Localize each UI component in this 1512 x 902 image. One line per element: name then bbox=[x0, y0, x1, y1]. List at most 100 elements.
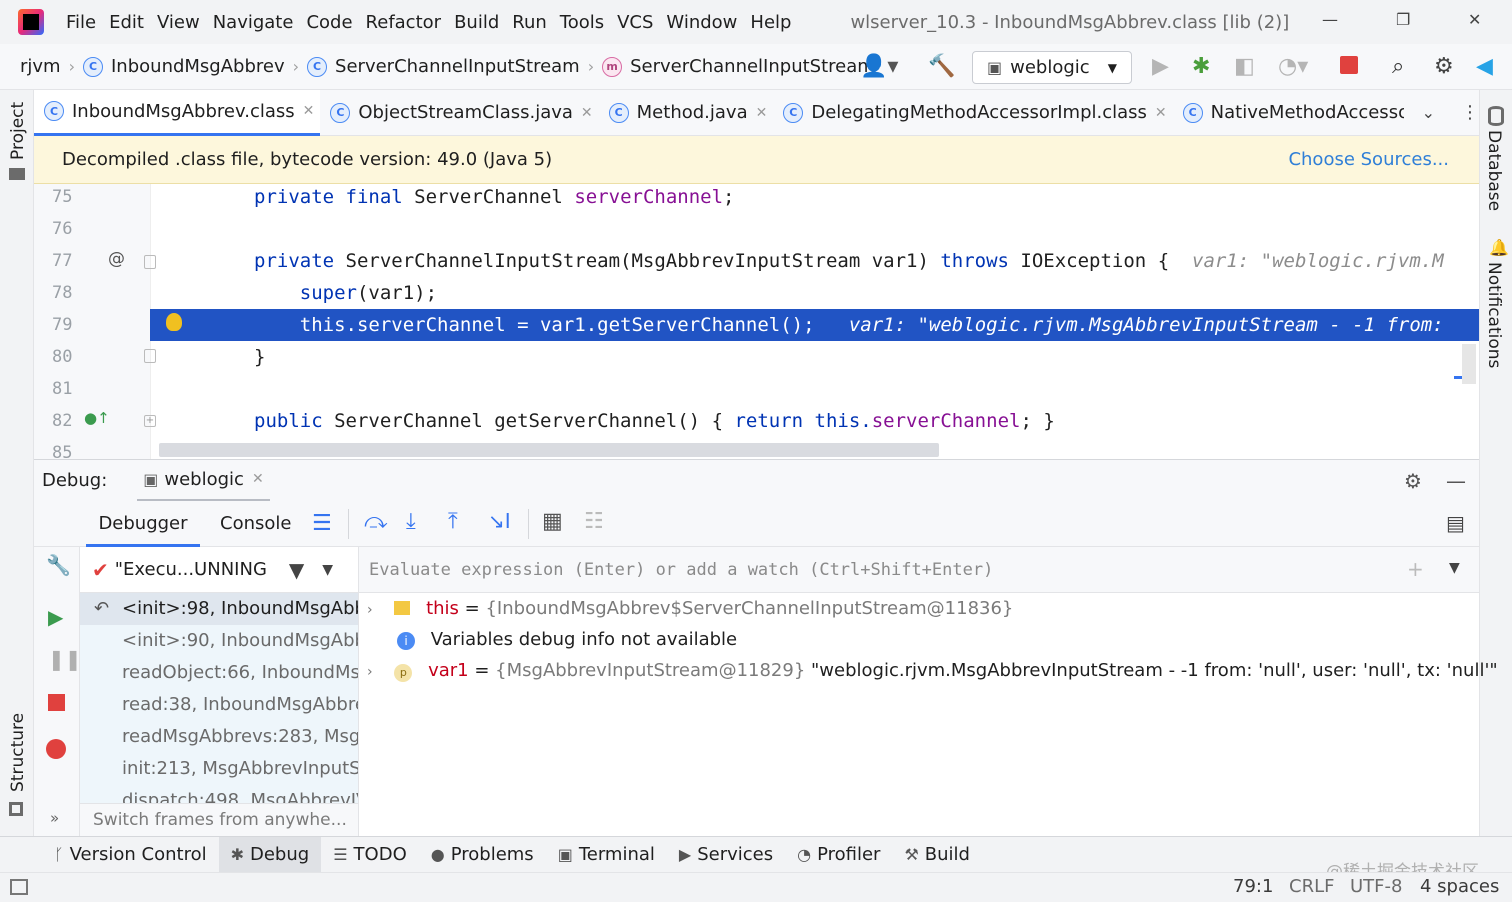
close-tab-icon[interactable]: ✕ bbox=[303, 103, 315, 119]
file-encoding[interactable]: UTF-8 bbox=[1350, 876, 1402, 897]
toggle-tool-windows-icon[interactable] bbox=[10, 879, 28, 895]
tab-debugger[interactable]: Debugger bbox=[86, 501, 200, 547]
menu-window[interactable]: Window bbox=[666, 12, 737, 33]
menu-run[interactable]: Run bbox=[512, 12, 547, 33]
tool-problems[interactable]: ● Problems bbox=[419, 837, 546, 873]
tab-method[interactable]: C Method.java ✕ bbox=[599, 90, 774, 136]
expand-fold-icon[interactable]: + bbox=[144, 415, 156, 427]
step-over-icon[interactable]: ⤼ bbox=[364, 509, 388, 534]
layout-settings-icon[interactable]: ▤ bbox=[1446, 511, 1465, 535]
breadcrumb-method[interactable]: m ServerChannelInputStream bbox=[602, 56, 875, 77]
tab-objectstreamclass[interactable]: C ObjectStreamClass.java ✕ bbox=[320, 90, 598, 136]
tool-terminal[interactable]: ▣ Terminal bbox=[546, 837, 667, 873]
frame-item[interactable]: <init>:90, InboundMsgAbbrev bbox=[80, 625, 358, 657]
tab-delegatingmethodaccessorimpl[interactable]: C DelegatingMethodAccessorImpl.class ✕ bbox=[773, 90, 1172, 136]
more-vertical-icon[interactable]: ⋮ bbox=[1461, 102, 1479, 123]
evaluate-expression-bar[interactable]: Evaluate expression (Enter) or add a wat… bbox=[358, 547, 1479, 593]
step-out-icon[interactable]: ⤒ bbox=[448, 509, 458, 534]
menu-help[interactable]: Help bbox=[750, 12, 791, 33]
gear-icon[interactable]: ⚙ bbox=[1434, 54, 1454, 79]
build-hammer-icon[interactable]: 🔨 bbox=[928, 54, 955, 79]
search-icon[interactable]: ⌕ bbox=[1392, 54, 1404, 79]
tab-inboundmsgabbrev[interactable]: C InboundMsgAbbrev.class ✕ bbox=[34, 89, 321, 136]
tool-build[interactable]: ⚒ Build bbox=[892, 837, 982, 873]
tool-profiler[interactable]: ◔ Profiler bbox=[785, 837, 892, 873]
tool-version-control[interactable]: ᚴ Version Control bbox=[42, 837, 219, 873]
menu-vcs[interactable]: VCS bbox=[617, 12, 653, 33]
structure-tool-button[interactable]: Structure bbox=[8, 713, 28, 792]
menu-code[interactable]: Code bbox=[306, 12, 352, 33]
menu-refactor[interactable]: Refactor bbox=[366, 12, 442, 33]
view-breakpoints-icon[interactable] bbox=[46, 739, 66, 759]
chevron-down-icon[interactable]: ▼ bbox=[322, 562, 333, 578]
variable-row-var1[interactable]: › p var1 = {MsgAbbrevInputStream@11829} … bbox=[367, 655, 1498, 687]
minimize-icon[interactable]: — bbox=[1322, 10, 1338, 29]
breadcrumb-class[interactable]: C InboundMsgAbbrev bbox=[83, 56, 285, 77]
frame-item-current[interactable]: ↶<init>:98, InboundMsgAbbrev bbox=[80, 593, 358, 625]
overrides-icon[interactable]: ●↑ bbox=[84, 409, 110, 427]
chevron-right-icon[interactable]: › bbox=[367, 664, 373, 680]
wrench-icon[interactable]: 🔧 bbox=[46, 553, 71, 577]
horizontal-scrollbar[interactable] bbox=[159, 443, 939, 457]
close-tab-icon[interactable]: ✕ bbox=[1155, 105, 1167, 121]
thread-selector[interactable]: ✔ "Execu...UNNING ▼ ▼ bbox=[80, 547, 358, 593]
breadcrumb-project[interactable]: rjvm bbox=[20, 56, 61, 77]
resume-icon[interactable]: ▶ bbox=[48, 605, 63, 629]
run-to-cursor-icon[interactable]: ↘I bbox=[488, 509, 511, 533]
menu-build[interactable]: Build bbox=[454, 12, 499, 33]
code-editor[interactable]: 75 private final ServerChannel serverCha… bbox=[34, 184, 1479, 459]
trace-stream-icon[interactable]: ☷ bbox=[584, 509, 604, 534]
user-icon[interactable]: 👤▾ bbox=[860, 54, 898, 79]
indent-setting[interactable]: 4 spaces bbox=[1420, 876, 1499, 897]
filter-icon[interactable]: ▼ bbox=[289, 558, 304, 582]
restore-icon[interactable]: ❐ bbox=[1396, 10, 1410, 29]
gear-icon[interactable]: ⚙ bbox=[1404, 469, 1422, 493]
chevron-down-icon[interactable]: ▼ bbox=[1449, 560, 1460, 576]
annotation-at-icon[interactable]: @ bbox=[108, 249, 125, 269]
coverage-icon[interactable]: ◧ bbox=[1234, 54, 1255, 79]
menu-file[interactable]: File bbox=[66, 12, 96, 33]
tool-debug[interactable]: ✱ Debug bbox=[218, 836, 322, 873]
vertical-scrollbar[interactable] bbox=[1462, 344, 1476, 384]
frame-item[interactable]: readMsgAbbrevs:283, MsgAbbrev bbox=[80, 721, 358, 753]
run-icon[interactable]: ▶ bbox=[1152, 54, 1169, 79]
profile-icon[interactable]: ◔▾ bbox=[1278, 54, 1308, 79]
frame-item[interactable]: init:213, MsgAbbrevInputStream bbox=[80, 753, 358, 785]
line-separator[interactable]: CRLF bbox=[1289, 876, 1334, 897]
database-tool-button[interactable]: Database bbox=[1484, 130, 1504, 211]
show-execution-point-icon[interactable]: ☰ bbox=[312, 511, 332, 536]
tab-nativemethodaccessorimpl[interactable]: CNativeMethodAccessorImpl bbox=[1173, 90, 1404, 136]
chevron-down-icon[interactable]: ⌄ bbox=[1422, 103, 1435, 122]
run-configuration-dropdown[interactable]: ▣ weblogic ▼ bbox=[972, 51, 1132, 84]
add-watch-icon[interactable]: + bbox=[1407, 557, 1424, 581]
stop-icon[interactable] bbox=[1340, 56, 1358, 74]
menu-navigate[interactable]: Navigate bbox=[213, 12, 294, 33]
tab-console[interactable]: Console bbox=[220, 501, 291, 547]
close-icon[interactable]: ✕ bbox=[1468, 10, 1481, 29]
caret-position[interactable]: 79:1 bbox=[1233, 876, 1273, 897]
evaluate-input-placeholder[interactable]: Evaluate expression (Enter) or add a wat… bbox=[369, 547, 993, 593]
breadcrumb-inner-class[interactable]: C ServerChannelInputStream bbox=[307, 56, 580, 77]
tool-todo[interactable]: ☰ TODO bbox=[321, 837, 419, 873]
menu-tools[interactable]: Tools bbox=[560, 12, 604, 33]
jetbrains-toolbox-icon[interactable]: ◀ bbox=[1476, 54, 1493, 79]
menu-edit[interactable]: Edit bbox=[109, 12, 144, 33]
minimize-panel-icon[interactable]: — bbox=[1446, 469, 1466, 493]
tool-services[interactable]: ▶ Services bbox=[667, 837, 785, 873]
notifications-tool-button[interactable]: Notifications bbox=[1484, 262, 1504, 368]
debug-bug-icon[interactable]: ✱ bbox=[1192, 54, 1210, 79]
choose-sources-link[interactable]: Choose Sources... bbox=[1288, 149, 1449, 170]
pause-icon[interactable]: ❚❚ bbox=[48, 647, 82, 671]
more-actions-icon[interactable]: » bbox=[50, 809, 59, 827]
chevron-right-icon[interactable]: › bbox=[367, 602, 373, 618]
stop-icon[interactable] bbox=[48, 694, 65, 711]
frame-item[interactable]: readObject:66, InboundMsgAbbrev bbox=[80, 657, 358, 689]
evaluate-expression-icon[interactable]: ▦ bbox=[542, 509, 563, 534]
close-tab-icon[interactable]: ✕ bbox=[581, 105, 593, 121]
frame-item[interactable]: dispatch:498, MsgAbbrevJVMConnection bbox=[80, 785, 358, 803]
lightbulb-icon[interactable] bbox=[166, 313, 182, 331]
project-tool-button[interactable]: Project bbox=[8, 102, 28, 160]
fold-icon[interactable] bbox=[144, 255, 156, 269]
debug-session-tab[interactable]: ▣ weblogic ✕ bbox=[137, 460, 270, 502]
menu-view[interactable]: View bbox=[157, 12, 200, 33]
